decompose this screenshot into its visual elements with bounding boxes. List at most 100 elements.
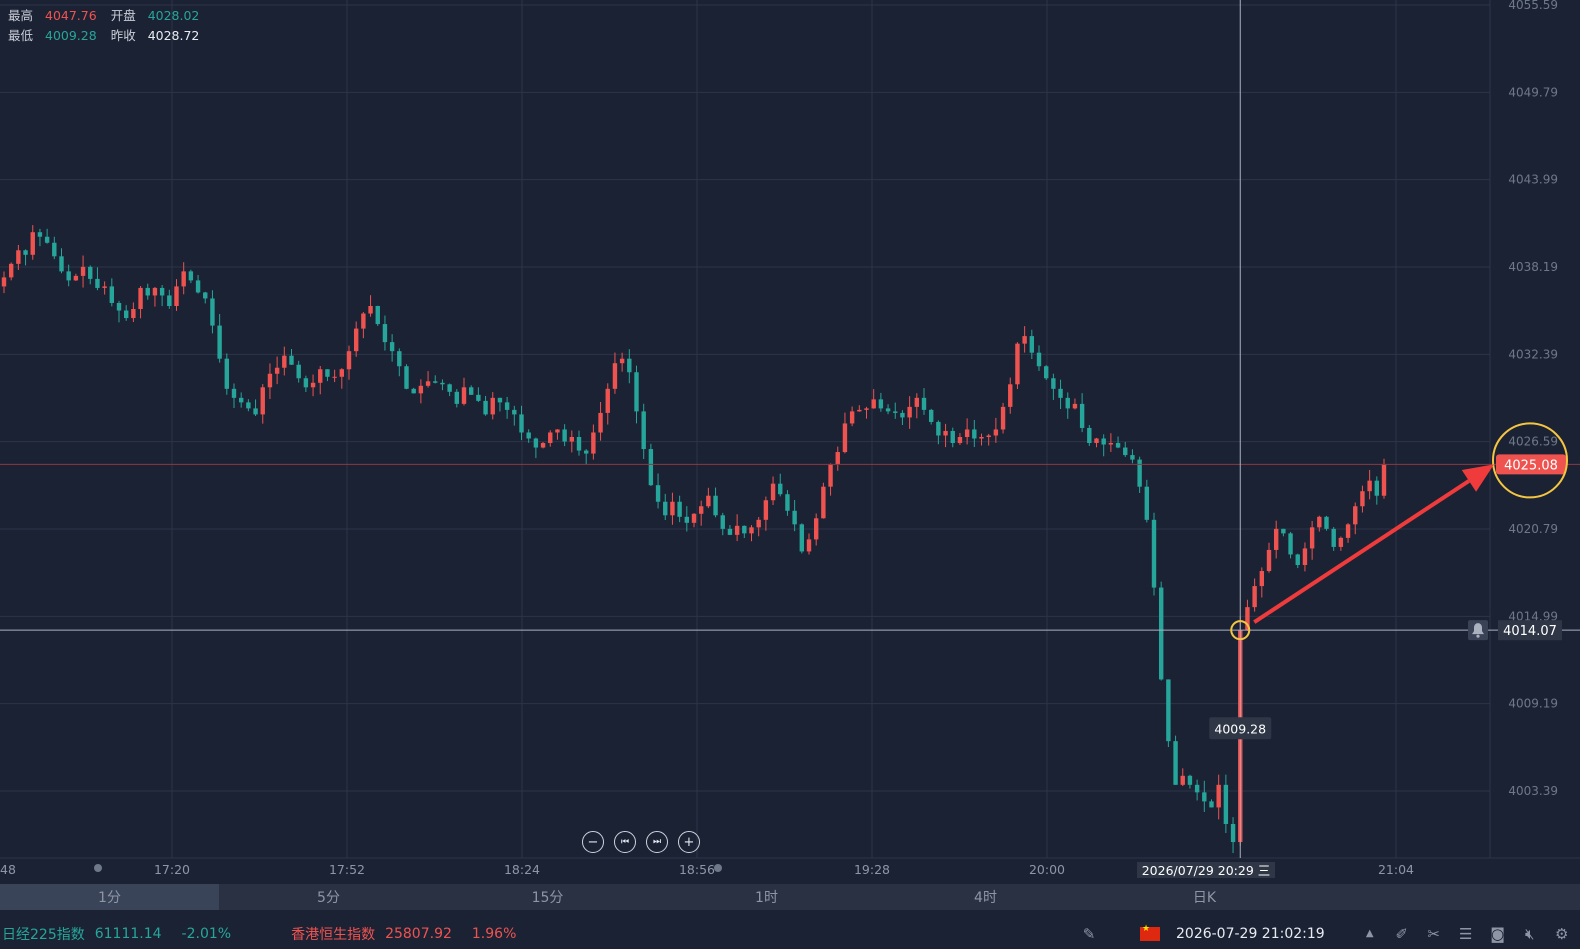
candle-body [1065, 397, 1070, 409]
tools-icon[interactable]: ✂ [1423, 923, 1445, 945]
candle-body [1288, 533, 1293, 555]
candle-body [123, 310, 129, 319]
candle-body [655, 485, 661, 502]
time-tick-label: 17:20 [154, 862, 190, 877]
timeframe-1m[interactable]: 1分 [0, 884, 219, 910]
candle-body [102, 286, 107, 288]
candle-body [1180, 775, 1185, 785]
candle-body [1331, 528, 1336, 547]
candle-body [619, 358, 625, 364]
current-price-text: 4025.08 [1504, 458, 1558, 473]
candle-body [1302, 548, 1308, 565]
candle-body [1101, 438, 1106, 445]
candlestick-chart[interactable]: 4055.59 4049.79 4043.99 4038.19 4032.39 4026.… [0, 0, 1580, 880]
candle-body [389, 342, 395, 352]
candle-body [1087, 427, 1092, 444]
candle-body [66, 271, 71, 281]
candle-body [857, 409, 862, 412]
candle-body [188, 271, 194, 281]
candle-body [785, 494, 790, 511]
candle-body [813, 518, 819, 540]
zoom-in-icon[interactable]: + [678, 831, 700, 853]
candle-body [325, 369, 330, 377]
jump-end-icon[interactable]: ⏭ [646, 831, 668, 853]
edit-icon[interactable]: ✐ [1391, 923, 1413, 945]
candle-body [353, 328, 359, 352]
candle-body [131, 309, 136, 319]
mute-icon[interactable]: 🔇︎ [1519, 923, 1541, 945]
zoom-out-icon[interactable]: − [582, 831, 604, 853]
candle-body [1015, 343, 1020, 385]
candle-body [411, 388, 416, 394]
time-tick-label: 19:28 [854, 862, 890, 877]
candle-body [1115, 443, 1121, 448]
candle-body [849, 411, 855, 424]
candle-body [907, 406, 912, 418]
candle-body [950, 430, 955, 444]
low-label: 最低 [8, 28, 34, 43]
camera-icon[interactable]: ◙ [1487, 923, 1509, 945]
candle-body [483, 400, 488, 415]
candle-body [346, 351, 352, 370]
settings-icon[interactable]: ⚙ [1551, 923, 1573, 945]
candle-body [598, 412, 603, 433]
candle-body [641, 411, 646, 450]
timeframe-daily[interactable]: 日K [1095, 884, 1314, 910]
draw-icon[interactable]: ✎ [1078, 923, 1100, 945]
list-icon[interactable]: ☰ [1455, 923, 1477, 945]
candle-body [979, 436, 984, 439]
candle-body [1051, 378, 1056, 389]
candle-body [433, 381, 438, 383]
candle-body [1360, 491, 1365, 507]
candle-body [282, 355, 287, 368]
scroll-handle-left[interactable] [94, 864, 102, 872]
timeframe-4h[interactable]: 4时 [876, 884, 1095, 910]
candle-body [993, 429, 999, 436]
candle-body [1072, 403, 1078, 409]
low-marker-text: 4009.28 [1214, 721, 1266, 736]
candle-body [1345, 524, 1351, 538]
price-tick-label: 4009.19 [1508, 697, 1558, 711]
candle-body [1353, 506, 1358, 525]
price-tick-label: 4026.59 [1508, 435, 1558, 449]
candle-body [167, 295, 172, 306]
candle-body [1058, 388, 1063, 398]
candle-body [1367, 480, 1372, 492]
candle-body [512, 409, 517, 415]
prev-close-value: 4028.72 [147, 28, 200, 43]
candle-body [828, 464, 833, 487]
ticker-change-nikkei: -2.01% [181, 925, 232, 942]
chevron-up-icon[interactable]: ▲ [1359, 923, 1381, 945]
candle-body [504, 402, 510, 410]
candle-body [195, 280, 201, 293]
candle-body [1173, 741, 1178, 785]
bell-icon[interactable] [1468, 620, 1488, 641]
timeframe-5m[interactable]: 5分 [219, 884, 438, 910]
candle-body [770, 483, 776, 501]
timeframe-15m[interactable]: 15分 [438, 884, 657, 910]
candle-body [253, 408, 258, 415]
candle-body [8, 263, 14, 278]
scroll-handle-right[interactable] [714, 864, 722, 872]
jump-start-icon[interactable]: ⏮ [614, 831, 636, 853]
candle-body [260, 387, 265, 415]
ticker-name-nikkei[interactable]: 日经225指数 [2, 924, 85, 944]
candle-body [52, 242, 57, 257]
candle-body [203, 292, 208, 299]
candle-body [698, 506, 704, 514]
candle-body [246, 402, 251, 409]
candle-body [80, 266, 86, 276]
ticker-price-hsi: 25807.92 [385, 925, 452, 942]
ticker-name-hsi[interactable]: 香港恒生指数 [291, 924, 375, 944]
time-tick-label: 18:24 [504, 862, 540, 877]
timeframe-1h[interactable]: 1时 [657, 884, 876, 910]
candle-body [526, 432, 531, 439]
candle-body [749, 527, 754, 534]
candle-body [303, 378, 309, 388]
candle-body [663, 501, 668, 516]
candle-body [720, 515, 725, 529]
candle-body [1266, 549, 1272, 572]
price-tick-label: 4038.19 [1508, 260, 1558, 274]
candle-body [1202, 792, 1207, 802]
candle-body [569, 436, 575, 442]
